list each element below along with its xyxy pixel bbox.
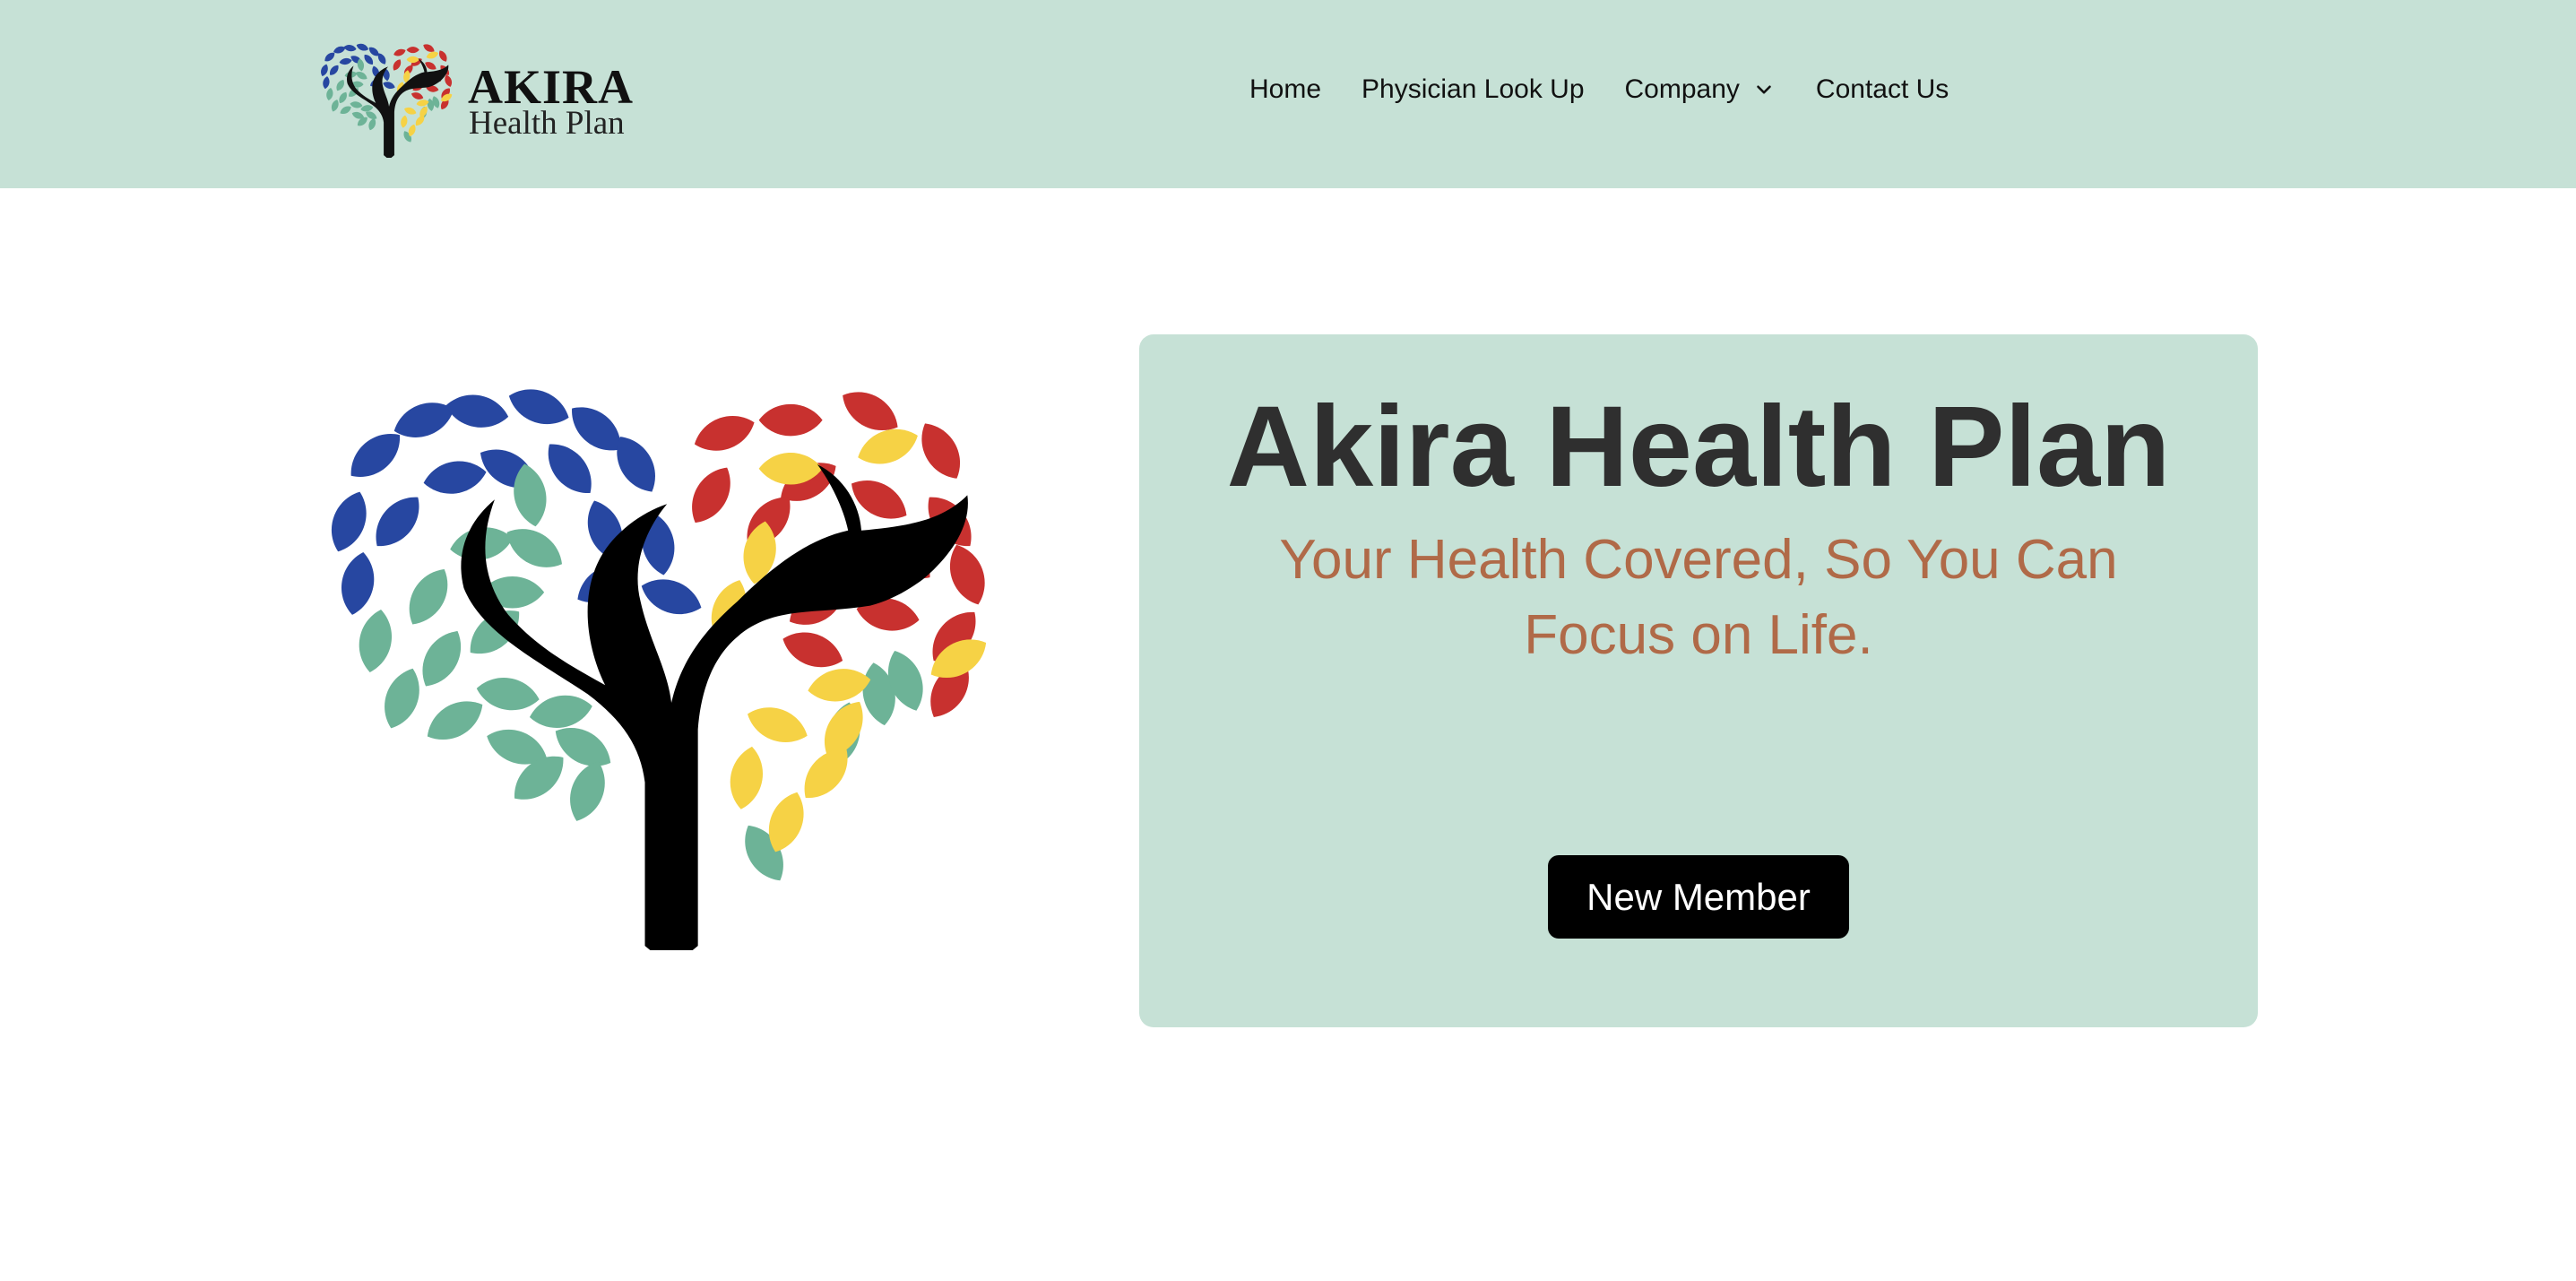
leaf-shape <box>329 65 339 75</box>
leaf-shape <box>331 491 367 552</box>
leaf-shape <box>406 47 419 54</box>
leaf-shape <box>359 610 393 672</box>
leaf-shape <box>340 106 351 115</box>
leaf-shape <box>350 101 363 108</box>
leaf-shape <box>326 87 333 101</box>
nav-physician-look-up-label: Physician Look Up <box>1361 74 1585 104</box>
nav-contact-us-label: Contact Us <box>1815 74 1949 104</box>
leaf-shape <box>404 107 417 115</box>
leaf-shape <box>423 461 487 494</box>
hero-title: Akira Health Plan <box>1226 383 2171 511</box>
leaf-shape <box>401 115 408 128</box>
hero-card: Akira Health Plan Your Health Covered, S… <box>1139 334 2258 1027</box>
leaf-shape <box>385 668 419 729</box>
nav-company-dropdown[interactable]: Company <box>1625 74 1776 105</box>
brand-home-link[interactable]: AKIRA Health Plan <box>319 30 633 158</box>
leaf-shape <box>409 568 448 625</box>
leaf-shape <box>758 403 823 437</box>
nav-contact-us[interactable]: Contact Us <box>1816 74 1949 105</box>
leaf-shape <box>692 467 730 524</box>
leaf-shape <box>508 389 569 425</box>
leaf-shape <box>393 59 402 71</box>
leaf-shape <box>422 630 462 687</box>
leaf-shape <box>808 669 871 702</box>
leaf-shape <box>782 632 843 668</box>
brand-name: AKIRA <box>468 60 635 114</box>
chevron-down-icon <box>1757 85 1771 94</box>
site-header: AKIRA Health Plan Home Physician Look Up… <box>0 0 2576 188</box>
brand-logo-icon <box>321 43 453 158</box>
nav-company-label: Company <box>1624 74 1740 104</box>
leaf-shape <box>368 117 376 131</box>
brand-subtitle: Health Plan <box>469 105 625 142</box>
nav-physician-look-up[interactable]: Physician Look Up <box>1361 74 1584 105</box>
leaf-shape <box>641 579 702 615</box>
leaf-shape <box>411 92 424 100</box>
leaf-shape <box>476 677 540 711</box>
leaf-shape <box>343 45 357 52</box>
leaf-shape <box>331 100 339 112</box>
leaf-shape <box>730 746 764 809</box>
leaf-shape <box>438 50 447 62</box>
leaf-shape <box>921 423 961 479</box>
leaf-shape <box>336 79 344 91</box>
leaf-shape <box>445 394 509 428</box>
leaf-shape <box>416 100 429 107</box>
leaf-shape <box>748 707 808 743</box>
leaf-shape <box>427 701 483 740</box>
hero-tagline: Your Health Covered, So You Can Focus on… <box>1279 529 2118 666</box>
leaf-shape <box>321 64 328 77</box>
leaf-shape <box>376 497 419 547</box>
nav-home[interactable]: Home <box>1249 74 1321 105</box>
nav-home-label: Home <box>1249 74 1322 104</box>
leaf-shape <box>570 761 605 821</box>
leaf-shape <box>506 529 563 567</box>
leaf-shape <box>341 551 375 615</box>
leaf-shape <box>694 415 755 451</box>
leaf-shape <box>339 57 352 65</box>
new-member-button[interactable]: New Member <box>1548 855 1849 939</box>
page: AKIRA Health Plan Home Physician Look Up… <box>0 0 2576 1281</box>
leaf-shape <box>323 76 330 90</box>
leaf-shape <box>393 48 406 56</box>
leaf-shape <box>339 91 347 104</box>
leaf-shape <box>356 43 369 51</box>
leaf-shape <box>383 82 395 89</box>
heart-tree-illustration <box>331 389 987 950</box>
leaf-shape <box>356 72 367 80</box>
main-nav: Home Physician Look Up Company Contact U… <box>1249 63 1949 117</box>
